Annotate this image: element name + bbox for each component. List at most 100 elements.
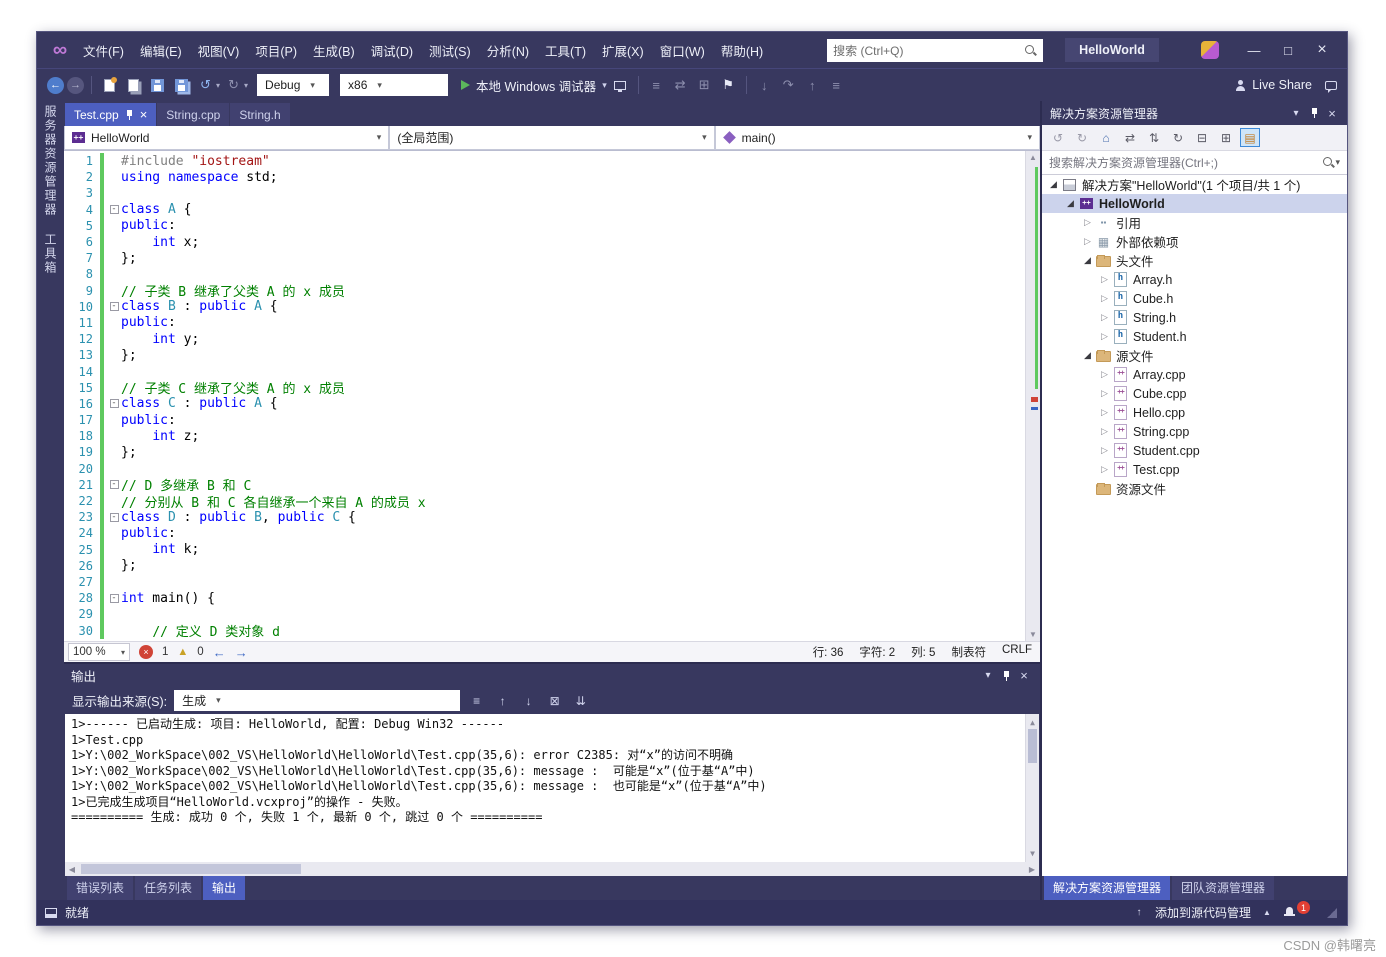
collapse-box-icon[interactable]	[109, 302, 119, 312]
scroll-thumb[interactable]	[1028, 729, 1037, 763]
menu-item[interactable]: 项目(P)	[247, 36, 305, 65]
menu-item[interactable]: 窗口(W)	[652, 36, 713, 65]
tree-item[interactable]: Cube.cpp	[1042, 384, 1347, 403]
code-line[interactable]: 6 int x;	[64, 233, 1025, 251]
twistie-icon[interactable]	[1097, 331, 1112, 342]
twistie-icon[interactable]	[1063, 198, 1078, 209]
close-icon[interactable]	[1015, 668, 1033, 683]
collapse-box-icon[interactable]	[109, 205, 119, 215]
editor-tab[interactable]: String.h	[230, 103, 290, 126]
undo-icon[interactable]	[195, 75, 216, 96]
code-line[interactable]: 21// D 多继承 B 和 C	[64, 476, 1025, 494]
menu-item[interactable]: 编辑(E)	[132, 36, 190, 65]
chevron-up-icon[interactable]	[1258, 908, 1276, 917]
menu-item[interactable]: 视图(V)	[190, 36, 248, 65]
side-tool-tab[interactable]: 服务器资源管理器	[42, 105, 59, 217]
menu-item[interactable]: 工具(T)	[537, 36, 594, 65]
collapse-box-icon[interactable]	[109, 480, 119, 490]
scroll-up-icon[interactable]: ▲	[1026, 153, 1040, 162]
code-line[interactable]: 25 int k;	[64, 541, 1025, 558]
tree-item[interactable]: 解决方案"HelloWorld"(1 个项目/共 1 个)	[1042, 175, 1347, 194]
window-position-icon[interactable]	[979, 670, 997, 681]
twistie-icon[interactable]	[1080, 236, 1095, 247]
tree-item[interactable]: 外部依赖项	[1042, 232, 1347, 251]
tree-item[interactable]: Cube.h	[1042, 289, 1347, 308]
new-window-icon[interactable]	[694, 75, 715, 96]
tree-item[interactable]: Array.h	[1042, 270, 1347, 289]
home-icon[interactable]	[1096, 128, 1116, 147]
tab-close-icon[interactable]: ×	[140, 107, 148, 122]
notifications-bell-icon[interactable]	[1283, 906, 1296, 919]
twistie-icon[interactable]	[1046, 179, 1061, 190]
tree-item[interactable]: String.h	[1042, 308, 1347, 327]
twistie-icon[interactable]	[1097, 464, 1112, 475]
code-line[interactable]: 17 public:	[64, 412, 1025, 429]
scroll-left-icon[interactable]: ◀	[65, 862, 79, 876]
back-icon[interactable]	[1048, 128, 1068, 147]
minimize-button[interactable]	[1237, 37, 1271, 63]
scroll-thumb[interactable]	[81, 864, 301, 874]
code-line[interactable]: 28 int main() {	[64, 590, 1025, 607]
twistie-icon[interactable]	[1097, 369, 1112, 380]
collapse-all-icon[interactable]	[1192, 128, 1212, 147]
step-out-icon[interactable]	[802, 75, 823, 96]
collapse-box-icon[interactable]	[109, 399, 119, 409]
maximize-button[interactable]	[1271, 37, 1305, 63]
output-source-combo[interactable]: 生成 ▾	[174, 690, 461, 711]
solution-configuration-combo[interactable]: Debug ▾	[257, 74, 330, 96]
line-ending-indicator[interactable]: CRLF	[1002, 644, 1032, 660]
code-line[interactable]: 16 class C : public A {	[64, 395, 1025, 412]
save-all-icon[interactable]	[171, 75, 192, 96]
previous-message-icon[interactable]	[493, 691, 512, 710]
navigate-forward-icon[interactable]	[67, 76, 84, 94]
scope-combo[interactable]: (全局范围) ▾	[389, 126, 715, 150]
solution-explorer-search-box[interactable]: 搜索解决方案资源管理器(Ctrl+;) ▾	[1042, 151, 1347, 175]
find-message-icon[interactable]	[467, 691, 486, 710]
menu-item[interactable]: 调试(D)	[363, 36, 421, 65]
scroll-down-icon[interactable]: ▼	[1026, 630, 1040, 639]
twistie-icon[interactable]	[1097, 312, 1112, 323]
start-debugging-button[interactable]: 本地 Windows 调试器 ▾	[461, 76, 607, 95]
menu-item[interactable]: 生成(B)	[305, 36, 363, 65]
panel-tab[interactable]: 输出	[203, 876, 246, 900]
panel-tab[interactable]: 团队资源管理器	[1172, 876, 1275, 900]
close-button[interactable]	[1305, 37, 1339, 63]
editor-tab[interactable]: String.cpp	[157, 103, 230, 126]
add-to-source-control-button[interactable]: 添加到源代码管理	[1155, 904, 1251, 921]
save-icon[interactable]	[147, 75, 168, 96]
tree-item[interactable]: Hello.cpp	[1042, 403, 1347, 422]
collapse-box-icon[interactable]	[109, 512, 119, 522]
attach-to-process-icon[interactable]	[610, 75, 631, 96]
bookmark-icon[interactable]	[718, 75, 739, 96]
code-line[interactable]: 27	[64, 573, 1025, 591]
twistie-icon[interactable]	[1097, 274, 1112, 285]
editor-tab[interactable]: Test.cpp ×	[65, 103, 157, 126]
tree-item[interactable]: 头文件	[1042, 251, 1347, 270]
refresh-icon[interactable]	[1168, 128, 1188, 147]
code-line[interactable]: 13};	[64, 347, 1025, 364]
code-line[interactable]: 5 public:	[64, 217, 1025, 234]
switch-windows-icon[interactable]	[670, 75, 691, 96]
open-file-icon[interactable]	[123, 75, 144, 96]
clear-all-icon[interactable]	[545, 691, 564, 710]
live-share-button[interactable]: Live Share	[1234, 78, 1312, 92]
menu-item[interactable]: 文件(F)	[75, 36, 132, 65]
twistie-icon[interactable]	[1097, 445, 1112, 456]
pin-icon[interactable]	[125, 109, 134, 121]
chevron-down-icon[interactable]: ▾	[602, 80, 607, 91]
code-line[interactable]: 2 using namespace std;	[64, 169, 1025, 186]
menu-item[interactable]: 帮助(H)	[713, 36, 771, 65]
navigate-backward-icon[interactable]: ←	[213, 645, 226, 660]
code-line[interactable]: 9 // 子类 B 继承了父类 A 的 x 成员	[64, 282, 1025, 300]
error-count-icon[interactable]	[139, 645, 153, 659]
code-line[interactable]: 7};	[64, 250, 1025, 267]
undo-dropdown-icon[interactable]: ▾	[216, 81, 220, 90]
search-icon[interactable]	[1322, 156, 1335, 169]
tree-item[interactable]: Array.cpp	[1042, 365, 1347, 384]
code-line[interactable]: 23 class D : public B, public C {	[64, 509, 1025, 526]
chevron-down-icon[interactable]: ▾	[1335, 157, 1340, 168]
notification-badge[interactable]: 1	[1297, 901, 1310, 914]
tree-item[interactable]: HelloWorld	[1042, 194, 1347, 213]
output-lines[interactable]: ▲ ▼ 1>------ 已启动生成: 项目: HelloWorld, 配置: …	[65, 714, 1039, 862]
account-icon[interactable]	[1200, 41, 1219, 59]
